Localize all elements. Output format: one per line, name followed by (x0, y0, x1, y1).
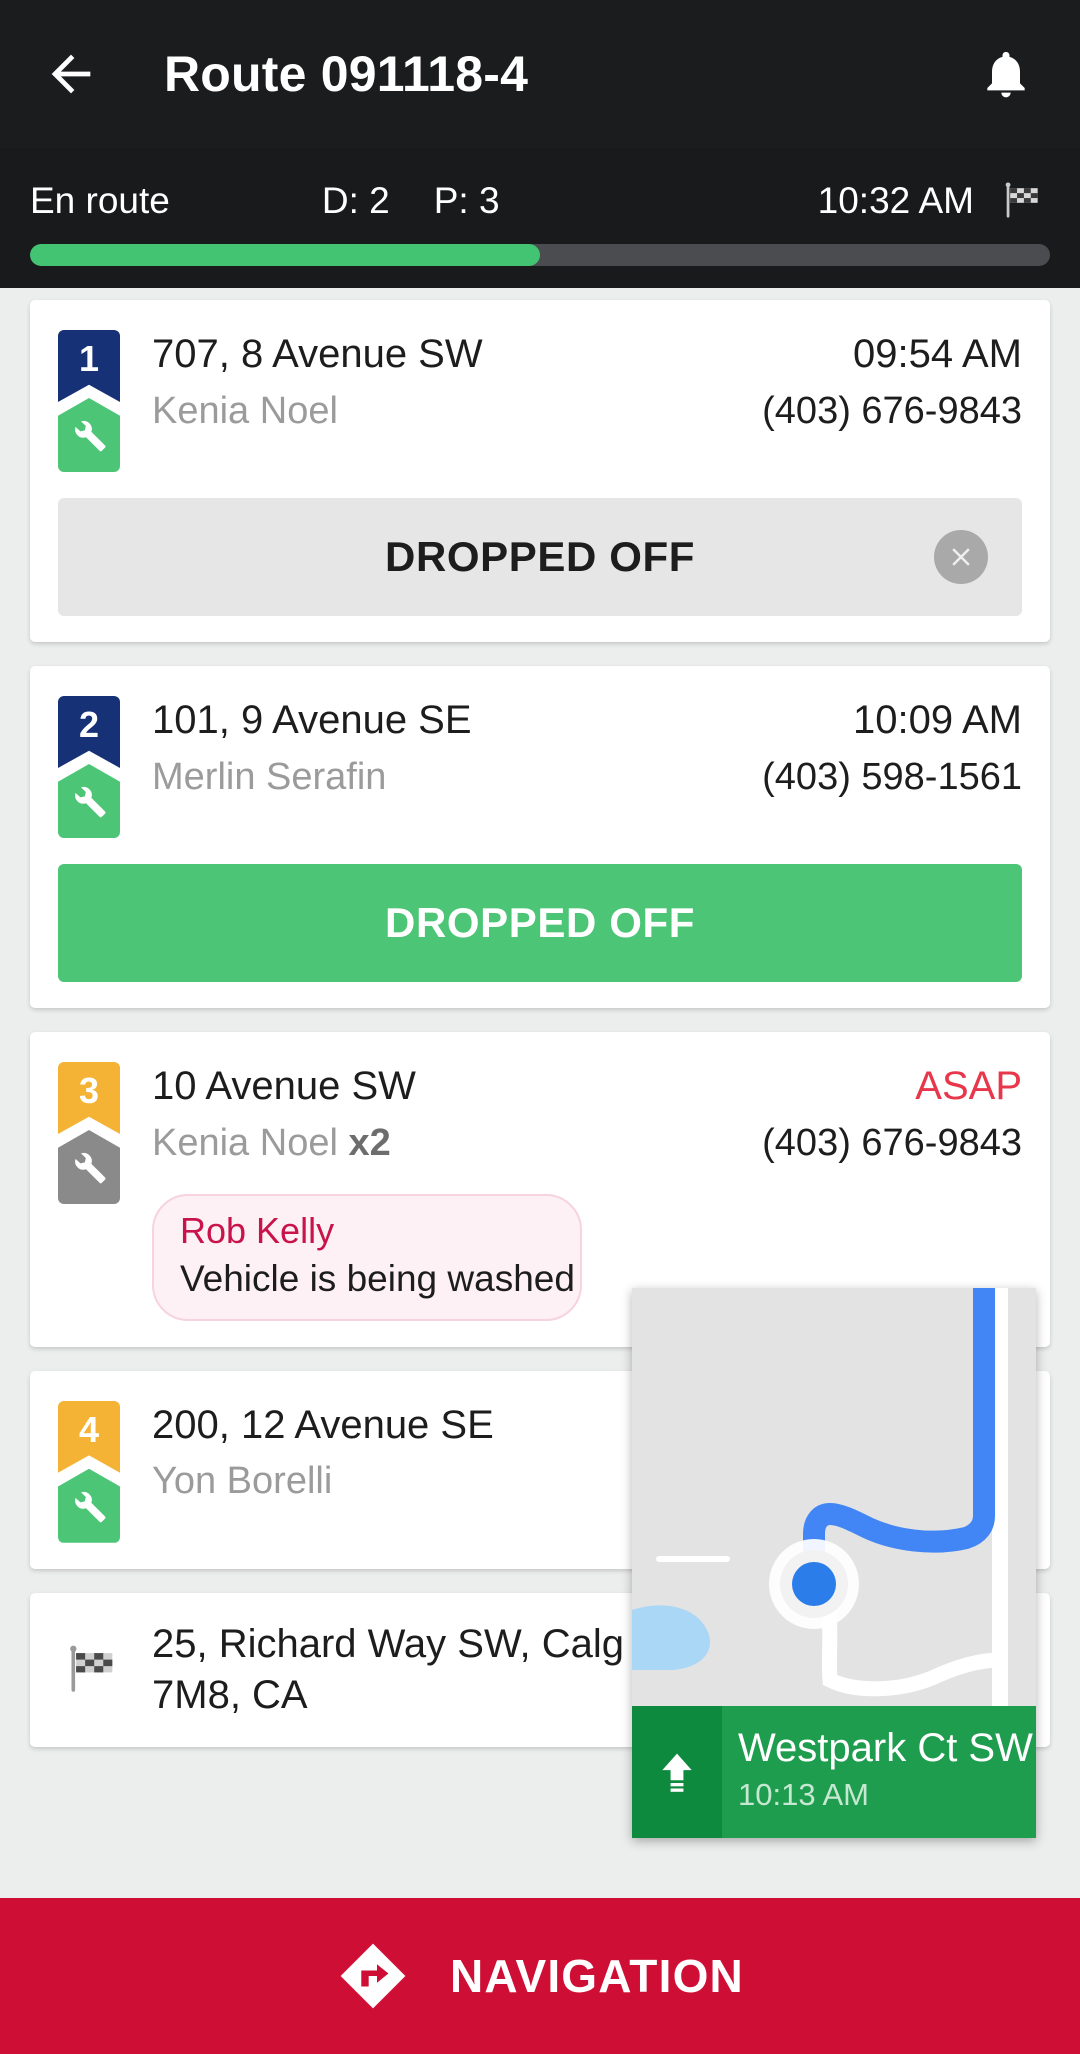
customer-count-text: x2 (348, 1121, 391, 1164)
note-text: Vehicle is being washed (180, 1257, 575, 1299)
app-bar: Route 091118-4 (0, 0, 1080, 148)
stop-card[interactable]: 2 101, 9 Avenue SE 10:09 AM Merlin Seraf… (30, 666, 1050, 1008)
stop-address: 200, 12 Avenue SE (152, 1402, 494, 1447)
deliveries-count: D: 2 (321, 180, 390, 221)
destination-address-line1: 25, Richard Way SW, Calg (152, 1621, 625, 1666)
stop-number-badge: 1 (58, 330, 120, 402)
stop-number-badge: 4 (58, 1400, 120, 1473)
stop-address: 10 Avenue SW (152, 1064, 416, 1108)
stop-address: 707, 8 Avenue SW (152, 332, 483, 376)
stop-badges: 2 (58, 696, 128, 838)
arrow-left-icon (51, 54, 91, 94)
route-status-bar: En route D: 2 P: 3 10:32 AM (0, 148, 1080, 288)
mini-map-widget[interactable]: Westpark Ct SW 10:13 AM (632, 1288, 1036, 1838)
dropped-off-label: DROPPED OFF (385, 533, 695, 580)
notifications-button[interactable] (966, 34, 1046, 114)
back-button[interactable] (34, 37, 108, 111)
stop-phone[interactable]: (403) 598-1561 (762, 756, 1022, 799)
stop-customer-name: Merlin Serafin (152, 755, 387, 798)
pickups-count: P: 3 (433, 180, 500, 221)
route-eta-time: 10:32 AM (817, 180, 974, 221)
checkered-flag-icon (58, 1641, 128, 1699)
clear-status-button[interactable] (934, 530, 988, 584)
note-author: Rob Kelly (180, 1209, 335, 1251)
wrench-icon (75, 1152, 106, 1184)
navigation-button[interactable]: NAVIGATION (0, 1898, 1080, 2054)
checkered-flag-icon (1000, 178, 1046, 224)
service-type-badge (58, 1130, 120, 1204)
stop-eta-asap: ASAP (915, 1064, 1022, 1108)
next-turn-banner: Westpark Ct SW 10:13 AM (632, 1706, 1036, 1838)
stop-number-badge: 3 (58, 1062, 120, 1134)
stop-address: 101, 9 Avenue SE (152, 698, 472, 742)
route-progress-bar[interactable] (30, 244, 1050, 266)
customer-name-text: Kenia Noel (152, 1121, 338, 1164)
route-state-label: En route (30, 180, 170, 221)
navigation-arrow-icon (340, 1943, 406, 2009)
wrench-icon (75, 420, 106, 452)
stop-customer-name: Kenia Noel (152, 389, 338, 432)
dropped-off-button[interactable]: DROPPED OFF (58, 498, 1022, 616)
stop-card[interactable]: 1 707, 8 Avenue SW 09:54 AM Kenia Noel (… (30, 300, 1050, 642)
route-progress-fill (30, 244, 540, 266)
stop-note: Rob Kelly Vehicle is being washed (152, 1193, 582, 1321)
arrow-up-icon (632, 1706, 722, 1838)
service-type-badge (58, 764, 120, 838)
stop-customer-name: Kenia Noel x2 (152, 1115, 391, 1172)
dropped-off-button[interactable]: DROPPED OFF (58, 864, 1022, 982)
stop-customer-name: Yon Borelli (152, 1460, 333, 1503)
stop-phone[interactable]: (403) 676-9843 (762, 390, 1022, 433)
current-location-dot (792, 1562, 836, 1606)
navigation-label: NAVIGATION (450, 1950, 744, 2002)
next-turn-time: 10:13 AM (738, 1777, 869, 1813)
stop-eta: 10:09 AM (852, 698, 1022, 742)
stop-badges: 3 (58, 1062, 128, 1204)
service-type-badge (58, 1468, 120, 1543)
wrench-icon (75, 1491, 106, 1523)
stop-number-badge: 2 (58, 696, 120, 768)
page-title: Route 091118-4 (164, 46, 529, 102)
wrench-icon (75, 786, 106, 818)
dropped-off-label: DROPPED OFF (385, 899, 695, 946)
next-turn-street: Westpark Ct SW (738, 1726, 1033, 1771)
destination-address-line2: 7M8, CA (152, 1672, 308, 1717)
bell-icon (987, 51, 1025, 98)
service-type-badge (58, 398, 120, 472)
stop-eta: 09:54 AM (852, 332, 1022, 376)
stop-badges: 1 (58, 330, 128, 472)
stop-phone[interactable]: (403) 676-9843 (762, 1122, 1022, 1165)
stop-badges: 4 (58, 1400, 128, 1543)
route-detail-screen: Route 091118-4 En route D: 2 P: 3 10:32 … (0, 0, 1080, 2054)
close-icon (952, 548, 970, 566)
